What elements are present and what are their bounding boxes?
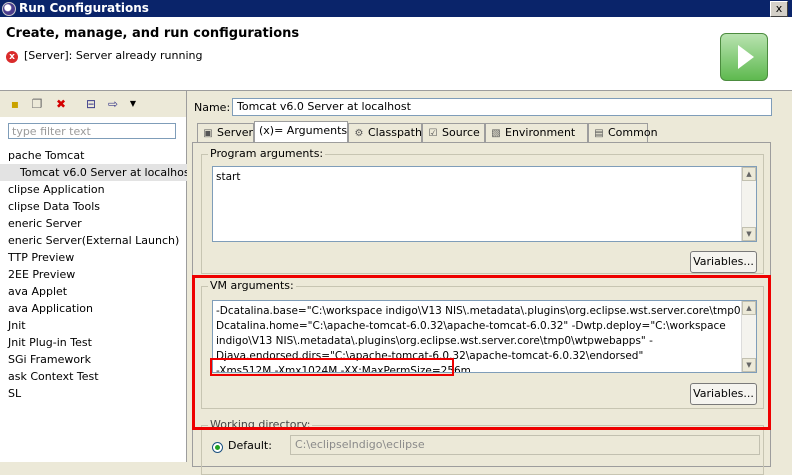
memory-args-highlight bbox=[210, 358, 454, 376]
name-input[interactable]: Tomcat v6.0 Server at localhost bbox=[232, 98, 772, 116]
tab-xarguments[interactable]: (x)= Arguments bbox=[254, 121, 348, 143]
configuration-list-panel: ▪ ❐ ✖ ⊟ ⇨ ▼ type filter text pache Tomca… bbox=[0, 91, 194, 462]
name-label: Name: bbox=[194, 101, 231, 114]
title-bar: Run Configurations x bbox=[0, 0, 792, 17]
duplicate-icon[interactable]: ❐ bbox=[30, 97, 44, 111]
tree-item[interactable]: ava Applet bbox=[0, 283, 67, 300]
tree-item[interactable]: clipse Application bbox=[0, 181, 105, 198]
close-button[interactable]: x bbox=[770, 1, 788, 17]
filter-icon[interactable]: ⇨ bbox=[106, 97, 120, 111]
config-toolbar: ▪ ❐ ✖ ⊟ ⇨ ▼ bbox=[0, 91, 186, 117]
tree-item-label: ask Context Test bbox=[8, 370, 99, 383]
common-icon: ▤ bbox=[594, 128, 604, 139]
program-args-scrollbar[interactable]: ▲ ▼ bbox=[741, 167, 756, 241]
filter-input[interactable]: type filter text bbox=[8, 123, 176, 139]
tree-item[interactable]: clipse Data Tools bbox=[0, 198, 100, 215]
tree-item-label: Tomcat v6.0 Server at localhost bbox=[20, 166, 194, 179]
program-arguments-text: start bbox=[216, 171, 241, 183]
tab-label: Common bbox=[608, 126, 658, 139]
tree-item-label: pache Tomcat bbox=[8, 149, 85, 162]
tab-classpath[interactable]: ⚙ Classpath bbox=[348, 123, 422, 142]
default-label: Default: bbox=[228, 439, 272, 452]
tab-label: Server bbox=[217, 126, 254, 139]
delete-icon[interactable]: ✖ bbox=[54, 97, 68, 111]
tree-item-label: TTP Preview bbox=[8, 251, 75, 264]
program-arguments-group: Program arguments: start ▲ ▼ Variables..… bbox=[201, 147, 764, 274]
dialog-header: Create, manage, and run configurations x… bbox=[0, 17, 792, 91]
new-config-icon[interactable]: ▪ bbox=[8, 97, 22, 111]
window-title: Run Configurations bbox=[19, 1, 149, 15]
tree-item[interactable]: eneric Server(External Launch) bbox=[0, 232, 179, 249]
tree-item[interactable]: Jnit Plug-in Test bbox=[0, 334, 92, 351]
run-icon bbox=[720, 33, 768, 81]
tree-item[interactable]: ask Context Test bbox=[0, 368, 99, 385]
tree-item-label: SGi Framework bbox=[8, 353, 91, 366]
error-icon: x bbox=[6, 51, 18, 63]
environment-icon: ▧ bbox=[491, 128, 501, 139]
tab-source[interactable]: ☑ Source bbox=[422, 123, 485, 142]
scroll-up-icon[interactable]: ▲ bbox=[742, 167, 756, 181]
tab-label: (x)= Arguments bbox=[259, 124, 348, 137]
program-arguments-input[interactable]: start ▲ ▼ bbox=[212, 166, 757, 242]
tree-item-label: clipse Application bbox=[8, 183, 105, 196]
tree-item[interactable]: ava Application bbox=[0, 300, 93, 317]
tree-item[interactable]: TTP Preview bbox=[0, 249, 74, 266]
tab-common[interactable]: ▤ Common bbox=[588, 123, 658, 142]
tree-item[interactable]: SGi Framework bbox=[0, 351, 91, 368]
server-icon: ▣ bbox=[203, 128, 213, 139]
tree-item[interactable]: 2EE Preview bbox=[0, 266, 75, 283]
tree-item-label: 2EE Preview bbox=[8, 268, 76, 281]
tree-item-label: eneric Server bbox=[8, 217, 82, 230]
tree-item-label: clipse Data Tools bbox=[8, 200, 100, 213]
source-icon: ☑ bbox=[428, 128, 438, 139]
tree-item[interactable]: pache Tomcat bbox=[0, 147, 84, 164]
dropdown-arrow-icon[interactable]: ▼ bbox=[126, 97, 140, 111]
tab-server[interactable]: ▣ Server bbox=[197, 123, 254, 142]
tree-item-label: eneric Server(External Launch) bbox=[8, 234, 180, 247]
working-directory-field: C:\eclipseIndigo\eclipse bbox=[290, 435, 760, 455]
vm-arguments-highlight bbox=[192, 275, 771, 430]
tree-item[interactable]: SL bbox=[0, 385, 21, 402]
tree-item-label: SL bbox=[8, 387, 22, 400]
classpath-icon: ⚙ bbox=[354, 128, 364, 139]
tree-item[interactable]: Jnit bbox=[0, 317, 26, 334]
dialog-title: Create, manage, and run configurations bbox=[6, 26, 300, 41]
error-message: [Server]: Server already running bbox=[24, 49, 203, 62]
eclipse-app-icon bbox=[2, 2, 16, 16]
tree-item-label: Jnit bbox=[8, 319, 26, 332]
tab-label: Environment bbox=[505, 126, 576, 139]
collapse-all-icon[interactable]: ⊟ bbox=[84, 97, 98, 111]
tree-item[interactable]: eneric Server bbox=[0, 215, 82, 232]
tab-label: Source bbox=[442, 126, 480, 139]
tab-label: Classpath bbox=[368, 126, 422, 139]
tree-item-label: Jnit Plug-in Test bbox=[8, 336, 92, 349]
working-directory-group: Working directory: Default: C:\eclipseIn… bbox=[201, 418, 764, 475]
program-arguments-label: Program arguments: bbox=[208, 147, 326, 160]
tree-item[interactable]: Tomcat v6.0 Server at localhost bbox=[0, 164, 194, 181]
default-radio[interactable] bbox=[212, 442, 223, 453]
program-variables-button[interactable]: Variables... bbox=[690, 251, 757, 273]
scroll-down-icon[interactable]: ▼ bbox=[742, 227, 756, 241]
tab-environment[interactable]: ▧ Environment bbox=[485, 123, 588, 142]
tree-item-label: ava Application bbox=[8, 302, 93, 315]
tree-item-label: ava Applet bbox=[8, 285, 68, 298]
